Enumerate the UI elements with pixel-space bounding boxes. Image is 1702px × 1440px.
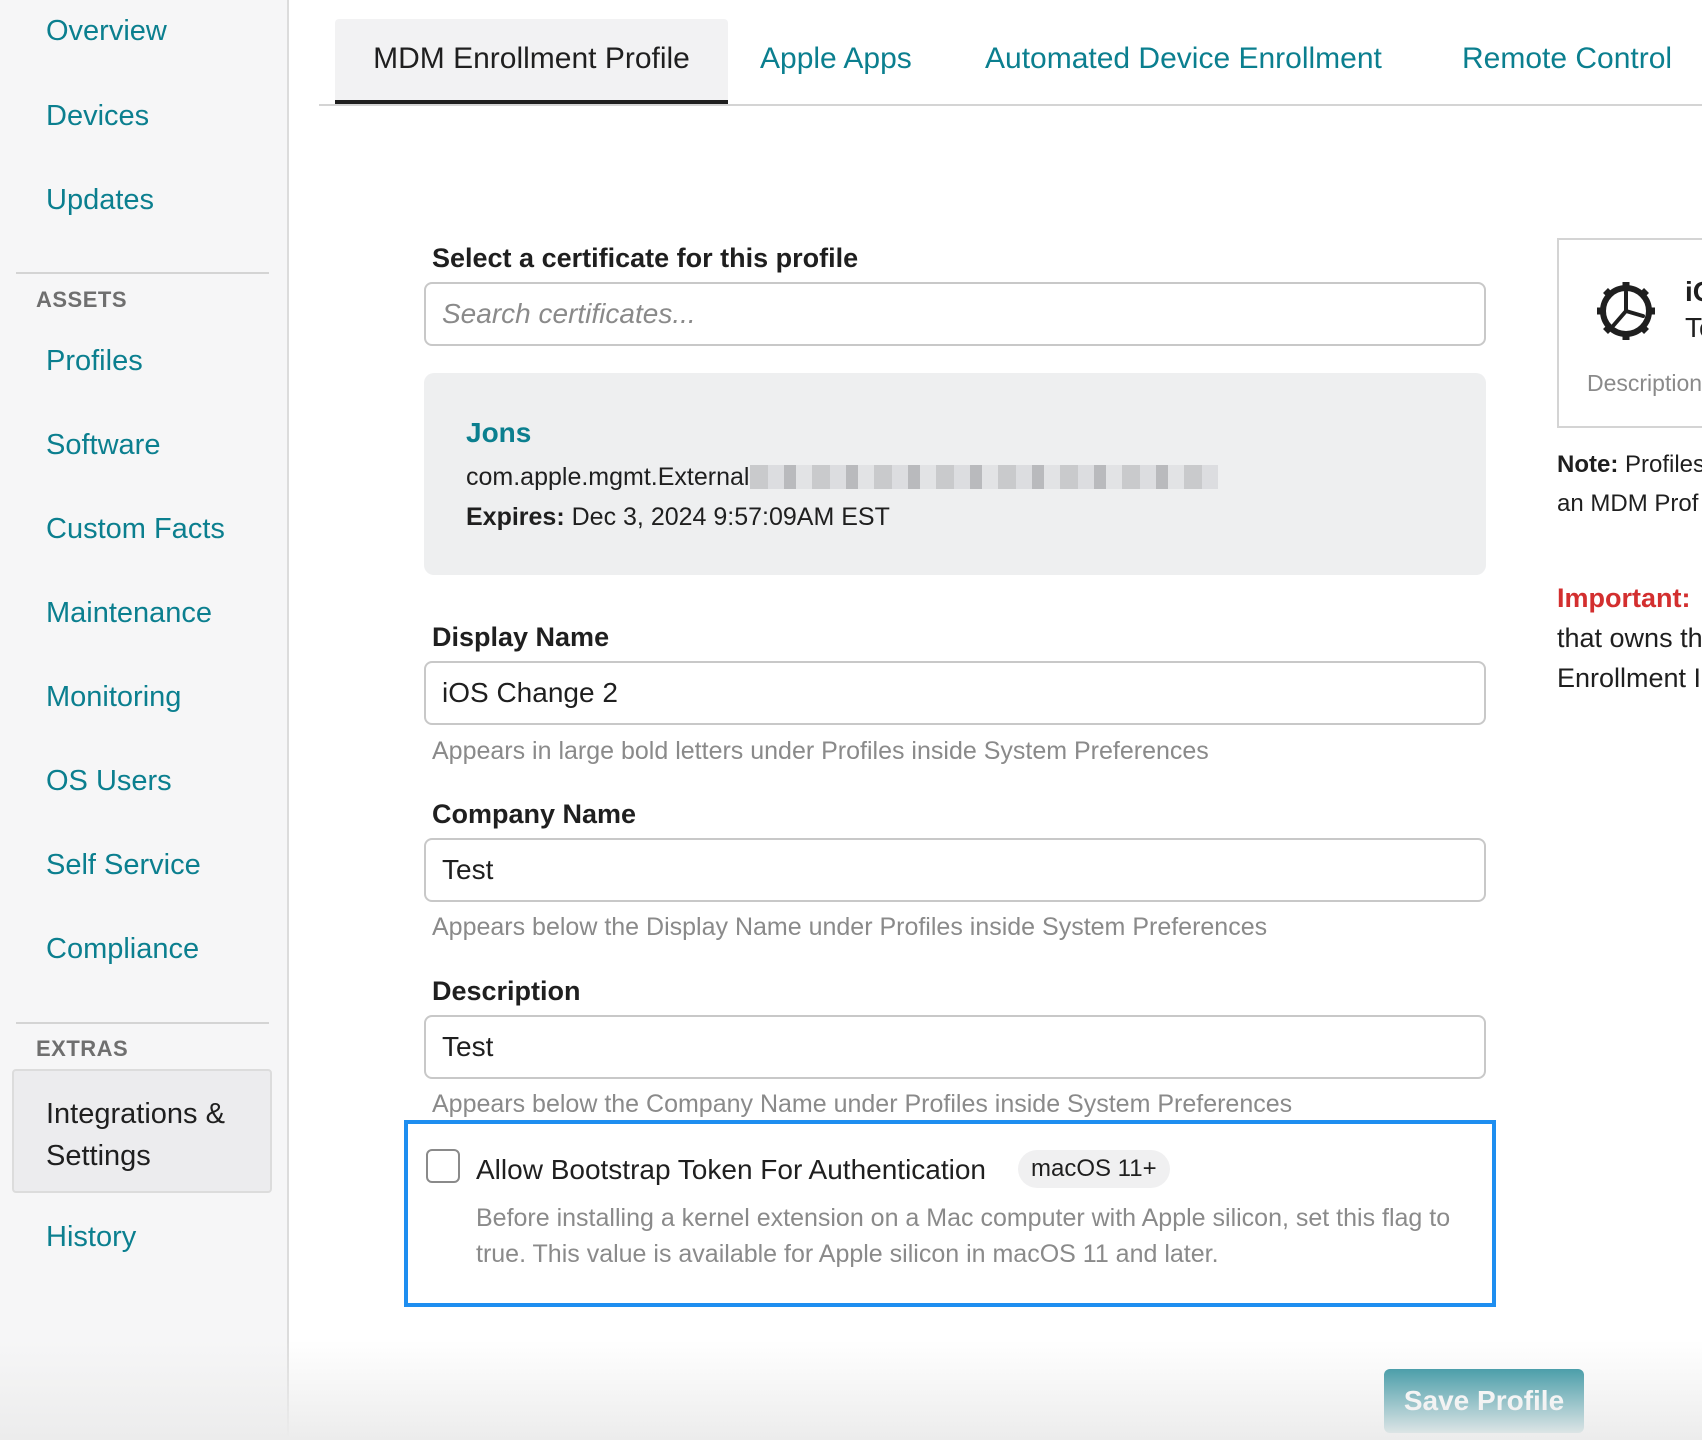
bootstrap-token-option: Allow Bootstrap Token For Authentication… [404,1120,1496,1307]
sidebar-item-integrations-settings[interactable]: Integrations & Settings [12,1069,272,1193]
description-label: Description [432,976,581,1006]
sidebar-item-os-users[interactable]: OS Users [46,765,172,798]
preview-description: Description [1587,370,1702,396]
tab-apple-apps[interactable]: Apple Apps [760,19,912,104]
save-profile-button[interactable]: Save Profile [1384,1369,1584,1433]
gear-icon [1597,282,1655,340]
important-line1: that owns th [1557,623,1702,653]
bootstrap-token-description: Before installing a kernel extension on … [476,1204,1451,1268]
important-label: Important: [1557,583,1691,613]
note-line2: an MDM Prof [1557,490,1699,517]
sidebar-item-devices[interactable]: Devices [46,100,149,133]
tabs-divider [319,104,1702,106]
certificate-expiry-label: Expires: [466,503,565,531]
redacted-identifier-suffix [750,465,1218,489]
sidebar-item-self-service[interactable]: Self Service [46,849,201,882]
sidebar-item-monitoring[interactable]: Monitoring [46,681,181,714]
display-name-label: Display Name [432,622,610,652]
description-field[interactable] [424,1015,1486,1079]
display-name-field[interactable] [424,661,1486,725]
tab-remote-control[interactable]: Remote Control [1462,19,1672,104]
display-name-help: Appears in large bold letters under Prof… [432,737,1209,765]
sidebar-item-custom-facts[interactable]: Custom Facts [46,513,225,546]
sidebar-section-extras: EXTRAS [36,1036,129,1061]
sidebar-divider [16,272,269,274]
important-line2: Enrollment I [1557,663,1702,693]
sidebar-item-software[interactable]: Software [46,429,160,462]
macos-version-badge: macOS 11+ [1018,1150,1170,1188]
note-line1: Profiles [1625,451,1702,478]
certificate-expiry-value: Dec 3, 2024 9:57:09AM EST [571,503,890,531]
sidebar-item-label: Integrations & Settings [46,1098,225,1172]
company-name-field[interactable] [424,838,1486,902]
tab-mdm-enrollment-profile[interactable]: MDM Enrollment Profile [335,19,728,104]
sidebar-item-history[interactable]: History [46,1221,136,1254]
preview-title: iO [1685,276,1702,307]
certificate-identifier: com.apple.mgmt.External [466,463,750,491]
sidebar-divider [16,1022,269,1024]
sidebar-item-overview[interactable]: Overview [46,15,167,48]
preview-subtitle: Te [1685,312,1702,343]
note-label: Note: [1557,451,1619,478]
company-name-label: Company Name [432,799,637,829]
profile-preview-card: iO Te Description [1557,238,1702,428]
sidebar-item-compliance[interactable]: Compliance [46,933,199,966]
certificate-name: Jons [466,417,532,448]
sidebar-section-assets: ASSETS [36,287,128,312]
note-text: Note: Profiles an MDM Prof [1557,445,1702,523]
bootstrap-token-checkbox[interactable] [426,1149,460,1183]
certificate-search-input[interactable] [424,282,1486,346]
description-help: Appears below the Company Name under Pro… [432,1090,1293,1118]
tab-automated-device-enrollment[interactable]: Automated Device Enrollment [985,19,1382,104]
certificate-expiry: Expires: Dec 3, 2024 9:57:09AM EST [466,503,890,532]
sidebar-item-updates[interactable]: Updates [46,184,154,217]
sidebar: Overview Devices Updates ASSETS Profiles… [0,0,289,1440]
important-text: Important: that owns th Enrollment I [1557,578,1702,698]
bootstrap-token-label[interactable]: Allow Bootstrap Token For Authentication [476,1154,986,1186]
certificate-card[interactable]: Jons com.apple.mgmt.External Expires: De… [424,373,1486,575]
certificate-label: Select a certificate for this profile [432,243,859,273]
sidebar-item-maintenance[interactable]: Maintenance [46,597,212,630]
sidebar-item-profiles[interactable]: Profiles [46,345,143,378]
company-name-help: Appears below the Display Name under Pro… [432,913,1268,941]
